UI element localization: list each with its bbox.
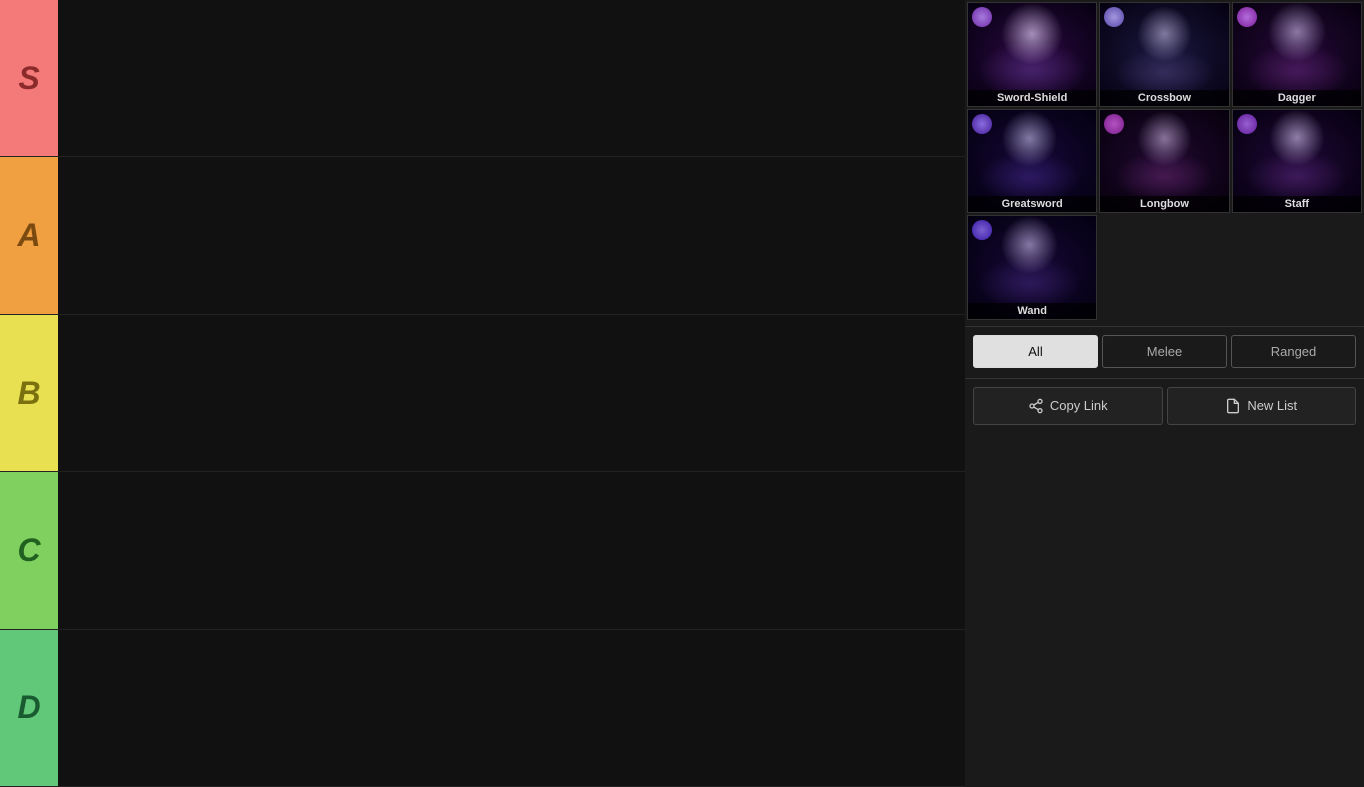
new-list-label: New List <box>1247 398 1297 413</box>
char-name-staff: Staff <box>1233 196 1361 212</box>
right-panel: Sword-Shield Crossbow <box>965 0 1364 787</box>
char-name-sword-shield: Sword-Shield <box>968 90 1096 106</box>
char-card-wand[interactable]: Wand <box>967 215 1097 320</box>
char-card-greatsword[interactable]: Greatsword <box>967 109 1097 214</box>
tier-content-s[interactable] <box>58 0 965 156</box>
weapon-orb-sword-shield <box>972 7 992 27</box>
weapon-orb-greatsword <box>972 114 992 134</box>
tier-row-a: A <box>0 157 965 314</box>
char-grid: Sword-Shield Crossbow <box>965 0 1364 322</box>
char-card-crossbow[interactable]: Crossbow <box>1099 2 1229 107</box>
char-name-greatsword: Greatsword <box>968 196 1096 212</box>
weapon-orb-crossbow <box>1104 7 1124 27</box>
weapon-orb-staff <box>1237 114 1257 134</box>
char-card-sword-shield[interactable]: Sword-Shield <box>967 2 1097 107</box>
char-name-wand: Wand <box>968 303 1096 319</box>
copy-link-label: Copy Link <box>1050 398 1108 413</box>
filter-bar: All Melee Ranged <box>965 326 1364 376</box>
tier-row-d: D <box>0 630 965 787</box>
tier-label-c: C <box>0 472 58 628</box>
share-icon <box>1028 398 1044 414</box>
tier-content-b[interactable] <box>58 315 965 471</box>
filter-btn-melee[interactable]: Melee <box>1102 335 1227 368</box>
tier-row-b: B <box>0 315 965 472</box>
weapon-orb-longbow <box>1104 114 1124 134</box>
tier-content-c[interactable] <box>58 472 965 628</box>
action-bar: Copy Link New List <box>965 378 1364 433</box>
filter-btn-ranged[interactable]: Ranged <box>1231 335 1356 368</box>
char-card-staff[interactable]: Staff <box>1232 109 1362 214</box>
new-list-button[interactable]: New List <box>1167 387 1357 425</box>
tier-label-b: B <box>0 315 58 471</box>
tier-label-a: A <box>0 157 58 313</box>
tier-content-a[interactable] <box>58 157 965 313</box>
char-card-dagger[interactable]: Dagger <box>1232 2 1362 107</box>
filter-btn-all[interactable]: All <box>973 335 1098 368</box>
tier-label-d: D <box>0 630 58 786</box>
char-name-dagger: Dagger <box>1233 90 1361 106</box>
tier-list: S A B C D <box>0 0 965 787</box>
tier-row-c: C <box>0 472 965 629</box>
weapon-orb-wand <box>972 220 992 240</box>
weapon-orb-dagger <box>1237 7 1257 27</box>
file-icon <box>1225 398 1241 414</box>
char-name-longbow: Longbow <box>1100 196 1228 212</box>
tier-label-s: S <box>0 0 58 156</box>
copy-link-button[interactable]: Copy Link <box>973 387 1163 425</box>
tier-row-s: S <box>0 0 965 157</box>
char-name-crossbow: Crossbow <box>1100 90 1228 106</box>
char-card-longbow[interactable]: Longbow <box>1099 109 1229 214</box>
tier-content-d[interactable] <box>58 630 965 786</box>
